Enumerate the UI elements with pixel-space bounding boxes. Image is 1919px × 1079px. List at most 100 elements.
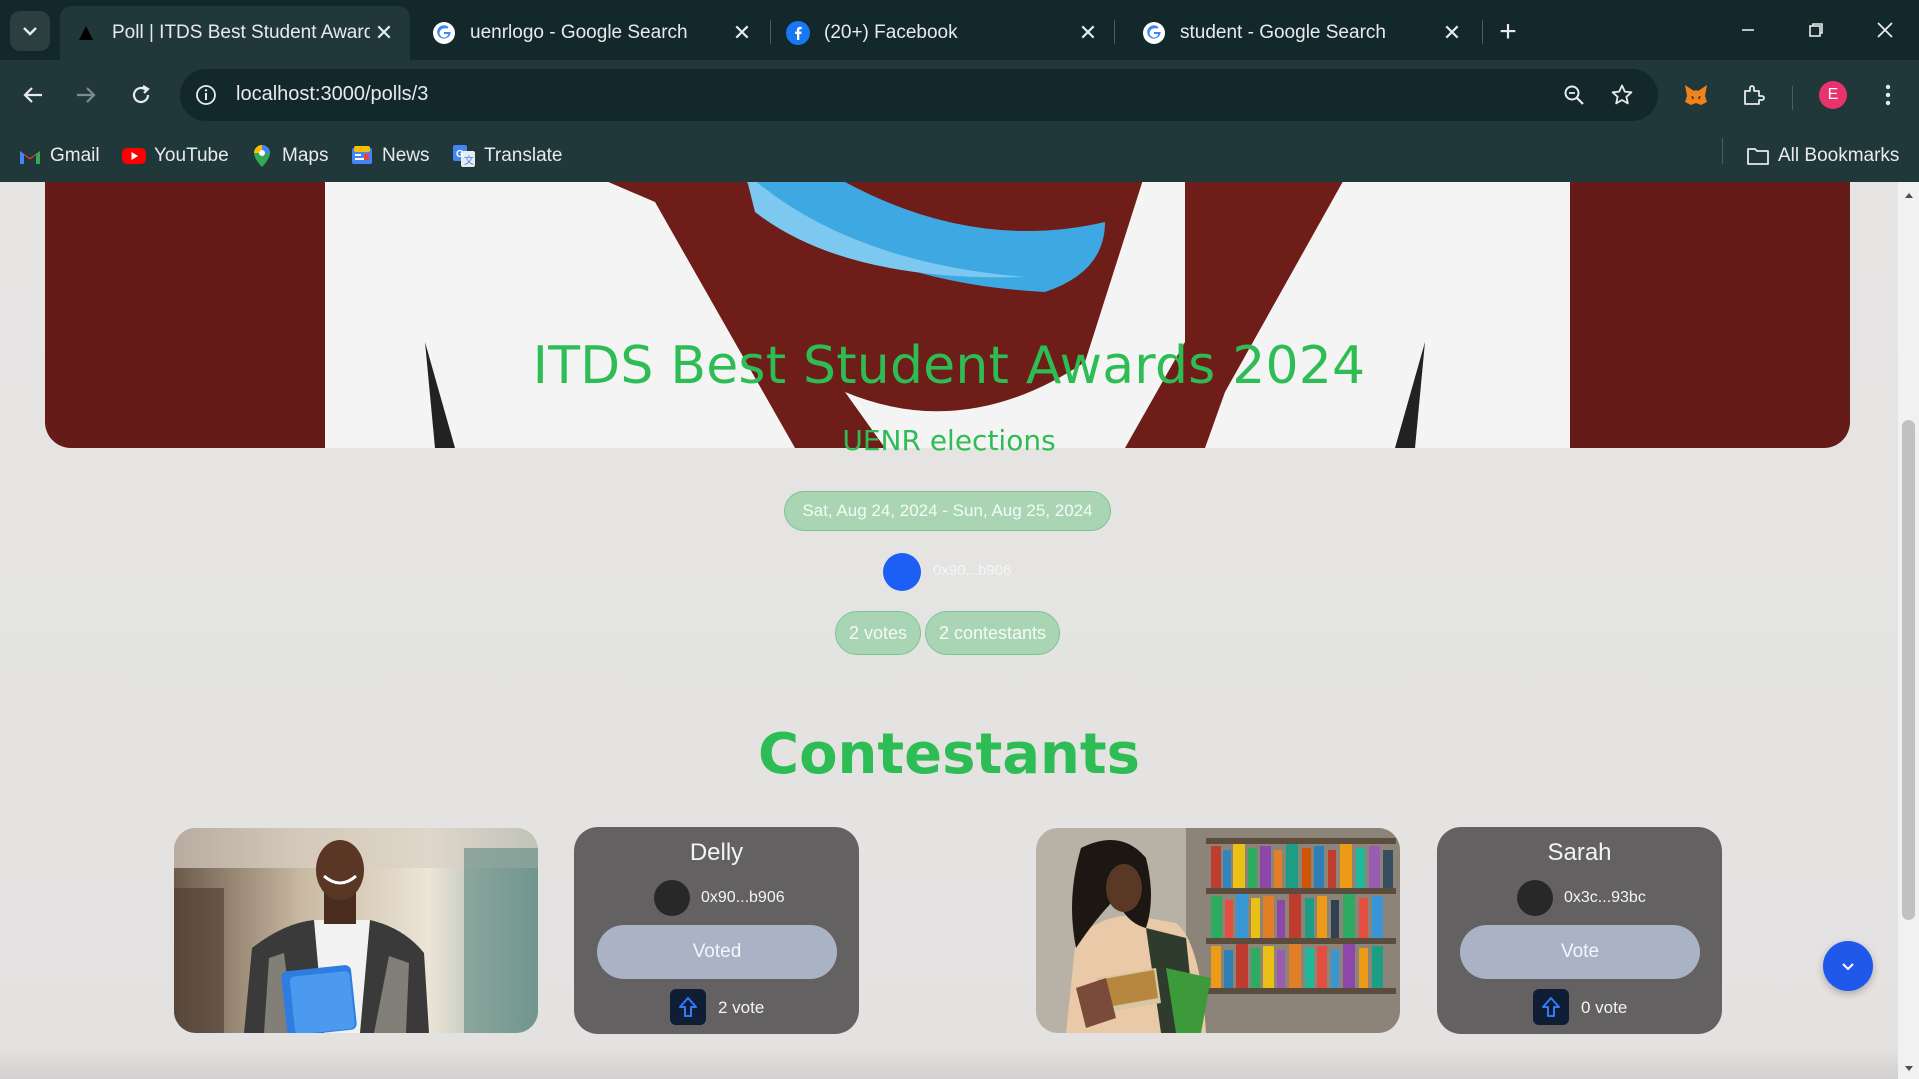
translate-icon: G文 bbox=[452, 144, 476, 168]
bookmark-maps[interactable]: Maps bbox=[250, 142, 328, 170]
contestants-count-badge: 2 contestants bbox=[925, 611, 1060, 655]
creator-address: 0x90...b906 bbox=[933, 562, 1012, 579]
maps-icon bbox=[250, 144, 274, 168]
bookmark-star-icon[interactable] bbox=[1604, 77, 1640, 113]
restore-icon bbox=[1809, 23, 1823, 37]
votes-count-badge: 2 votes bbox=[835, 611, 921, 655]
student-in-library-photo bbox=[1036, 828, 1400, 1033]
close-icon[interactable]: ✕ bbox=[370, 19, 398, 47]
google-icon bbox=[1142, 21, 1166, 45]
bookmark-label: Translate bbox=[484, 145, 563, 166]
reload-icon bbox=[132, 85, 150, 104]
contestant-photo-delly bbox=[174, 828, 538, 1033]
address-bar[interactable]: localhost:3000/polls/3 bbox=[180, 69, 1658, 121]
scroll-down-button[interactable] bbox=[1823, 941, 1873, 991]
page-scrollbar[interactable] bbox=[1898, 182, 1919, 1079]
arrow-right-icon bbox=[77, 87, 96, 103]
contestant-address: 0x3c...93bc bbox=[1564, 889, 1646, 906]
scroll-thumb[interactable] bbox=[1902, 420, 1915, 920]
student-with-folder-photo bbox=[174, 828, 538, 1033]
chevron-down-icon bbox=[23, 27, 37, 36]
avatar: E bbox=[1819, 81, 1847, 109]
close-icon bbox=[1877, 22, 1893, 38]
bookmark-youtube[interactable]: YouTube bbox=[122, 142, 229, 170]
minimize-button[interactable] bbox=[1720, 8, 1776, 52]
uenr-logo-graphic bbox=[325, 182, 1570, 448]
scroll-down-arrow-icon[interactable] bbox=[1898, 1061, 1919, 1075]
zoom-icon[interactable] bbox=[1556, 77, 1592, 113]
tab-title: Poll | ITDS Best Student Awards bbox=[112, 22, 370, 43]
contestant-photo-sarah bbox=[1036, 828, 1400, 1033]
tab-uenrlogo-search[interactable]: uenrlogo - Google Search ✕ bbox=[418, 6, 768, 60]
contestant-avatar bbox=[654, 880, 690, 916]
news-icon bbox=[350, 144, 374, 168]
forward-button[interactable] bbox=[66, 75, 106, 115]
creator-avatar bbox=[883, 553, 921, 591]
all-bookmarks-label: All Bookmarks bbox=[1778, 145, 1900, 166]
all-bookmarks-button[interactable]: All Bookmarks bbox=[1746, 142, 1899, 170]
youtube-icon bbox=[122, 144, 146, 168]
contestant-address: 0x90...b906 bbox=[701, 889, 785, 906]
browser-menu-button[interactable] bbox=[1868, 75, 1908, 115]
bookmarks-bar: Gmail YouTube Maps News G文 Translate All… bbox=[0, 130, 1919, 182]
close-icon[interactable]: ✕ bbox=[728, 19, 756, 47]
bookmark-label: Gmail bbox=[50, 145, 100, 166]
site-info-icon[interactable] bbox=[188, 77, 224, 113]
browser-toolbar: localhost:3000/polls/3 E bbox=[0, 60, 1919, 130]
vote-button[interactable]: Vote bbox=[1460, 925, 1700, 979]
reload-button[interactable] bbox=[121, 75, 161, 115]
tab-facebook[interactable]: (20+) Facebook ✕ bbox=[772, 6, 1114, 60]
bookmark-label: News bbox=[382, 145, 430, 166]
close-window-button[interactable] bbox=[1857, 8, 1913, 52]
close-icon[interactable]: ✕ bbox=[1074, 19, 1102, 47]
tab-title: (20+) Facebook bbox=[824, 22, 958, 43]
upvote-icon[interactable] bbox=[1533, 989, 1569, 1025]
svg-text:文: 文 bbox=[464, 154, 474, 167]
bookmark-news[interactable]: News bbox=[350, 142, 430, 170]
tab-title: uenrlogo - Google Search bbox=[470, 22, 688, 43]
metamask-extension-icon[interactable] bbox=[1676, 75, 1716, 115]
contestant-vote-count: 2 vote bbox=[718, 998, 765, 1017]
bookmark-label: YouTube bbox=[154, 145, 229, 166]
close-icon[interactable]: ✕ bbox=[1438, 19, 1466, 47]
poll-subtitle: UENR elections bbox=[842, 424, 1056, 457]
scroll-up-arrow-icon[interactable] bbox=[1898, 188, 1919, 202]
upvote-icon[interactable] bbox=[670, 989, 706, 1025]
page-viewport: ITDS Best Student Awards 2024 UENR elect… bbox=[0, 182, 1898, 1079]
browser-tab-strip: Poll | ITDS Best Student Awards ✕ uenrlo… bbox=[0, 0, 1919, 60]
contestant-name: Delly bbox=[689, 839, 744, 866]
tab-title: student - Google Search bbox=[1180, 22, 1386, 43]
minimize-icon bbox=[1742, 29, 1754, 31]
poll-banner-image bbox=[45, 182, 1850, 448]
tab-student-search[interactable]: student - Google Search ✕ bbox=[1128, 6, 1478, 60]
facebook-icon bbox=[786, 21, 810, 45]
gmail-icon bbox=[18, 144, 42, 168]
chevron-down-icon bbox=[1842, 962, 1854, 970]
poll-title: ITDS Best Student Awards 2024 bbox=[532, 336, 1366, 396]
tab-search-button[interactable] bbox=[10, 11, 50, 51]
contestants-heading: Contestants bbox=[757, 722, 1141, 787]
contestant-card-delly: Delly 0x90...b906 Voted 2 vote bbox=[574, 827, 859, 1034]
contestant-avatar bbox=[1517, 880, 1553, 916]
bookmark-label: Maps bbox=[282, 145, 329, 166]
contestant-card-sarah: Sarah 0x3c...93bc Vote 0 vote bbox=[1437, 827, 1722, 1034]
triangle-favicon-icon bbox=[74, 21, 98, 45]
contestant-vote-count: 0 vote bbox=[1581, 998, 1628, 1017]
url-text[interactable]: localhost:3000/polls/3 bbox=[236, 83, 428, 106]
bookmark-gmail[interactable]: Gmail bbox=[18, 142, 100, 170]
more-vertical-icon bbox=[1885, 84, 1891, 106]
profile-button[interactable]: E bbox=[1813, 75, 1853, 115]
google-icon bbox=[432, 21, 456, 45]
poll-date-range-badge: Sat, Aug 24, 2024 - Sun, Aug 25, 2024 bbox=[784, 491, 1111, 531]
arrow-left-icon bbox=[23, 87, 42, 103]
vote-button[interactable]: Voted bbox=[597, 925, 837, 979]
back-button[interactable] bbox=[13, 75, 53, 115]
svg-text:G: G bbox=[456, 149, 464, 160]
bookmark-translate[interactable]: G文 Translate bbox=[452, 142, 563, 170]
extensions-icon[interactable] bbox=[1733, 75, 1773, 115]
new-tab-button[interactable]: + bbox=[1490, 14, 1526, 50]
folder-icon bbox=[1746, 144, 1770, 168]
restore-button[interactable] bbox=[1788, 8, 1844, 52]
contestant-name: Sarah bbox=[1547, 839, 1612, 866]
tab-poll[interactable]: Poll | ITDS Best Student Awards ✕ bbox=[60, 6, 410, 60]
